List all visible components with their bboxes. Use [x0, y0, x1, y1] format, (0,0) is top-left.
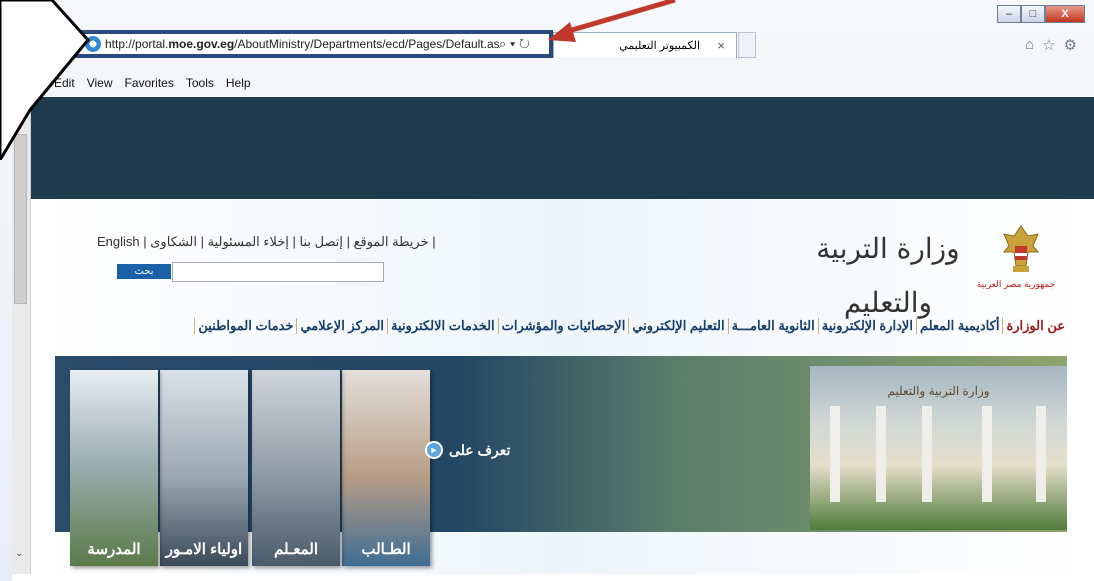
search-button[interactable]: بحث [117, 264, 171, 279]
toolbar-icons: ⌂ ☆ ⚙ [1025, 36, 1077, 54]
menu-help[interactable]: Help [226, 76, 251, 94]
address-bar[interactable]: http://portal.moe.gov.eg/AboutMinistry/D… [75, 30, 553, 58]
star-icon[interactable]: ☆ [1042, 36, 1055, 54]
ministry-logo-text: وزارة التربية والتعليم [816, 232, 960, 319]
nav-e-services[interactable]: الخدمات الالكترونية [387, 318, 498, 334]
search-input[interactable] [172, 262, 384, 282]
book-parents[interactable]: اولياء الامـور [160, 370, 248, 566]
building-column [876, 406, 886, 502]
menu-favorites[interactable]: Favorites [124, 76, 173, 94]
new-tab-button[interactable] [738, 32, 756, 58]
nav-secondary[interactable]: الثانوية العامـــة [727, 318, 818, 334]
minimize-button[interactable]: – [997, 5, 1021, 23]
nav-teacher-academy[interactable]: أكاديمية المعلم [915, 318, 1003, 334]
book-school[interactable]: المدرسة [70, 370, 158, 566]
building-column [922, 406, 932, 502]
annotation-arrow-black-icon [0, 0, 90, 160]
top-links[interactable]: | خريطة الموقع | إتصل بنا | إخلاء المسئو… [97, 234, 436, 250]
browser-window: http://portal.moe.gov.eg/AboutMinistry/D… [0, 0, 1094, 581]
building-column [982, 406, 992, 502]
eagle-emblem-icon [1002, 225, 1040, 272]
building-sign: وزارة التربية والتعليم [887, 384, 990, 398]
header-dark-band [31, 97, 1094, 199]
scroll-down-icon[interactable]: ⌄ [15, 548, 23, 559]
gear-icon[interactable]: ⚙ [1064, 36, 1077, 54]
main-navigation: عن الوزارة أكاديمية المعلم الإدارة الإلك… [78, 318, 1068, 334]
nav-citizen-services[interactable]: خدمات المواطنين [194, 318, 296, 334]
nav-media-center[interactable]: المركز الإعلامي [296, 318, 387, 334]
book-student[interactable]: الطـالب [342, 370, 430, 566]
annotation-arrow-red-icon [548, 0, 676, 42]
vertical-scrollbar[interactable]: ⌃ ⌄ [12, 96, 31, 574]
nav-statistics[interactable]: الإحصائيات والمؤشرات [497, 318, 629, 334]
learn-about-button[interactable]: ► تعرف على [425, 437, 525, 463]
tab-close-icon[interactable]: × [706, 38, 736, 53]
building-column [1036, 406, 1046, 502]
maximize-button[interactable]: □ [1021, 5, 1045, 23]
play-icon: ► [425, 441, 443, 459]
nav-about-ministry[interactable]: عن الوزارة [1002, 318, 1068, 334]
window-controls: – □ X [997, 5, 1085, 25]
book-teacher[interactable]: المعـلم [252, 370, 340, 566]
close-button[interactable]: X [1045, 5, 1085, 23]
address-url[interactable]: http://portal.moe.gov.eg/AboutMinistry/D… [105, 37, 499, 51]
nav-e-learning[interactable]: التعليم الإلكتروني [628, 318, 727, 334]
home-icon[interactable]: ⌂ [1025, 36, 1034, 54]
menu-view[interactable]: View [87, 76, 113, 94]
ministry-building-image: وزارة التربية والتعليم [810, 366, 1067, 530]
nav-e-administration[interactable]: الإدارة الإلكترونية [817, 318, 916, 334]
menu-tools[interactable]: Tools [186, 76, 214, 94]
republic-label: جمهورية مصر العربية [976, 279, 1056, 289]
building-column [830, 406, 840, 502]
